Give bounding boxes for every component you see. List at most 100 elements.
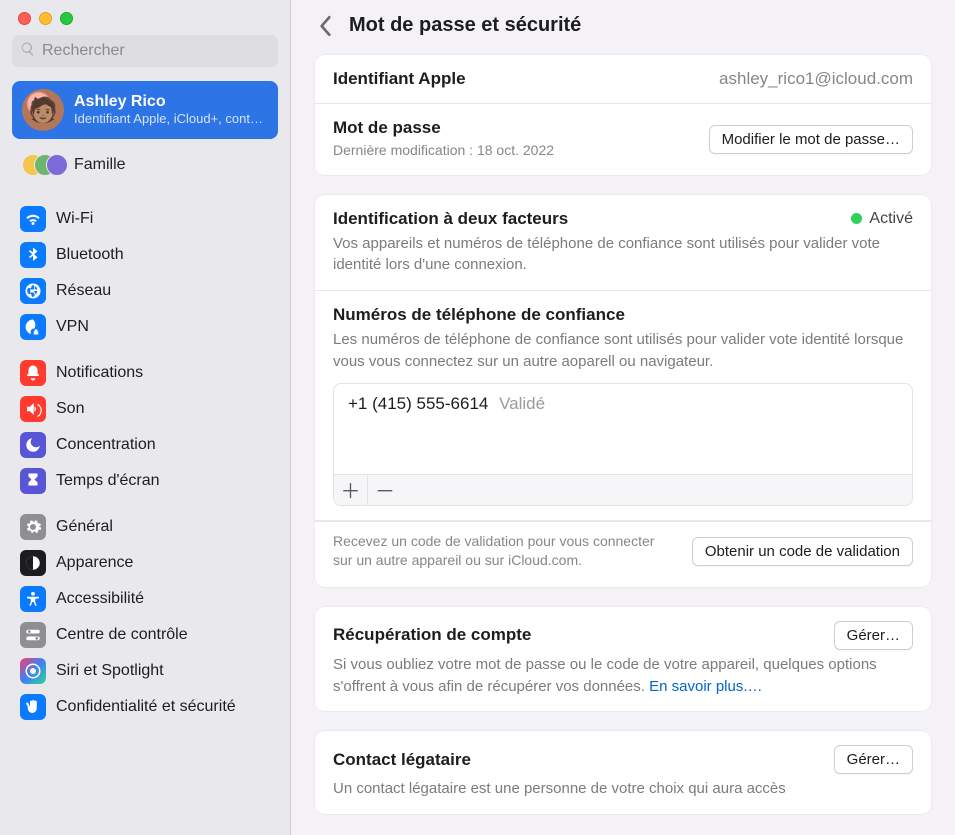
sidebar-item-label: Famille <box>74 156 126 174</box>
trusted-phones-title: Numéros de téléphone de confiance <box>333 305 913 325</box>
sidebar-item-focus[interactable]: Concentration <box>12 427 278 463</box>
password-label: Mot de passe <box>333 118 554 138</box>
account-recovery-description: Si vous oubliez votre mot de passe ou le… <box>333 654 913 698</box>
sidebar-item-label: Son <box>56 400 84 418</box>
wifi-icon <box>20 206 46 232</box>
sidebar-item-label: Siri et Spotlight <box>56 662 164 680</box>
two-factor-status-text: Activé <box>869 210 913 228</box>
bluetooth-icon <box>20 242 46 268</box>
sidebar-item-general[interactable]: Général <box>12 509 278 545</box>
search-input[interactable] <box>42 42 270 60</box>
phone-number-text: +1 (415) 555-6614 <box>348 394 488 413</box>
account-recovery-title: Récupération de compte <box>333 625 531 645</box>
apple-id-label: Identifiant Apple <box>333 69 466 89</box>
search-field[interactable] <box>12 35 278 67</box>
legacy-contact-title: Contact légataire <box>333 750 471 770</box>
add-phone-button[interactable]: ＋ <box>334 475 368 505</box>
sidebar-item-label: Bluetooth <box>56 246 124 264</box>
two-factor-status: Activé <box>851 210 913 228</box>
manage-account-recovery-button[interactable]: Gérer… <box>834 621 913 650</box>
row-get-verification-code: Recevez un code de validation pour vous … <box>315 521 931 587</box>
close-window-button[interactable] <box>18 12 31 25</box>
sidebar-item-label: Temps d'écran <box>56 472 160 490</box>
globe-icon <box>20 278 46 304</box>
sidebar-item-sound[interactable]: Son <box>12 391 278 427</box>
row-password: Mot de passe Dernière modification : 18 … <box>315 104 931 175</box>
two-factor-description: Vos appareils et numéros de téléphone de… <box>333 233 913 277</box>
manage-legacy-contact-button[interactable]: Gérer… <box>834 745 913 774</box>
sidebar-item-label: Wi-Fi <box>56 210 93 228</box>
globe-lock-icon <box>20 314 46 340</box>
minimize-window-button[interactable] <box>39 12 52 25</box>
sidebar-item-appearance[interactable]: Apparence <box>12 545 278 581</box>
avatar: 🧑🏽 <box>22 89 64 131</box>
learn-more-link[interactable]: En savoir plus.… <box>649 678 762 695</box>
content-pane: Mot de passe et sécurité Identifiant App… <box>291 0 955 835</box>
sidebar-item-label: Apparence <box>56 554 133 572</box>
sidebar-item-label: Réseau <box>56 282 111 300</box>
sidebar-item-label: Général <box>56 518 113 536</box>
change-password-button[interactable]: Modifier le mot de passe… <box>709 125 913 154</box>
switches-icon <box>20 622 46 648</box>
sidebar-item-label: Accessibilité <box>56 590 144 608</box>
sidebar-item-bluetooth[interactable]: Bluetooth <box>12 237 278 273</box>
apple-id-value: ashley_rico1@icloud.com <box>719 69 913 89</box>
hand-icon <box>20 694 46 720</box>
sidebar-item-screentime[interactable]: Temps d'écran <box>12 463 278 499</box>
apparence-icon <box>20 550 46 576</box>
page-title: Mot de passe et sécurité <box>349 14 581 37</box>
plus-icon: ＋ <box>341 475 361 504</box>
card-legacy-contact: Contact légataire Gérer… Un contact léga… <box>315 731 931 814</box>
sidebar-item-notifications[interactable]: Notifications <box>12 355 278 391</box>
trusted-phone-entry[interactable]: +1 (415) 555-6614 Validé <box>334 384 912 474</box>
search-icon <box>20 41 42 62</box>
sidebar-item-accessibility[interactable]: Accessibilité <box>12 581 278 617</box>
get-verification-code-button[interactable]: Obtenir un code de validation <box>692 537 913 566</box>
status-dot-icon <box>851 213 862 224</box>
sidebar-item-label: VPN <box>56 318 89 336</box>
siri-icon <box>20 658 46 684</box>
card-identity: Identifiant Apple ashley_rico1@icloud.co… <box>315 55 931 175</box>
sidebar-item-network[interactable]: Réseau <box>12 273 278 309</box>
minus-icon: － <box>375 475 395 504</box>
sidebar-item-label: Concentration <box>56 436 156 454</box>
sidebar-item-family[interactable]: Famille <box>12 145 278 185</box>
card-two-factor: Identification à deux facteurs Activé Vo… <box>315 195 931 587</box>
account-name: Ashley Rico <box>74 93 264 111</box>
two-factor-title: Identification à deux facteurs <box>333 209 568 229</box>
remove-phone-button[interactable]: － <box>368 475 402 505</box>
speaker-icon <box>20 396 46 422</box>
account-subtitle: Identifiant Apple, iCloud+, contenu mult… <box>74 111 264 127</box>
sidebar-item-wifi[interactable]: Wi-Fi <box>12 201 278 237</box>
password-last-modified: Dernière modification : 18 oct. 2022 <box>333 141 554 161</box>
trusted-phones-description: Les numéros de téléphone de confiance so… <box>333 329 913 373</box>
sidebar-item-vpn[interactable]: VPN <box>12 309 278 345</box>
row-trusted-phones: Numéros de téléphone de confiance Les nu… <box>315 291 931 521</box>
content-header: Mot de passe et sécurité <box>315 0 931 55</box>
sidebar-item-label: Centre de contrôle <box>56 626 188 644</box>
row-two-factor: Identification à deux facteurs Activé Vo… <box>315 195 931 292</box>
sidebar-item-privacy[interactable]: Confidentialité et sécurité <box>12 689 278 725</box>
access-icon <box>20 586 46 612</box>
trusted-phones-list: +1 (415) 555-6614 Validé ＋ － <box>333 383 913 506</box>
trusted-phone-controls: ＋ － <box>334 474 912 505</box>
row-apple-id: Identifiant Apple ashley_rico1@icloud.co… <box>315 55 931 104</box>
fullscreen-window-button[interactable] <box>60 12 73 25</box>
gear-icon <box>20 514 46 540</box>
sidebar-item-label: Confidentialité et sécurité <box>56 698 236 716</box>
sidebar-item-siri[interactable]: Siri et Spotlight <box>12 653 278 689</box>
verification-code-description: Recevez un code de validation pour vous … <box>333 532 674 571</box>
row-account-recovery: Récupération de compte Gérer… Si vous ou… <box>315 607 931 712</box>
phone-status-text: Validé <box>499 394 545 413</box>
sidebar-item-controlcenter[interactable]: Centre de contrôle <box>12 617 278 653</box>
sidebar-item-label: Notifications <box>56 364 143 382</box>
account-card[interactable]: 🧑🏽 Ashley Rico Identifiant Apple, iCloud… <box>12 81 278 139</box>
window-controls <box>12 10 278 35</box>
hourglass-icon <box>20 468 46 494</box>
row-legacy-contact: Contact légataire Gérer… Un contact léga… <box>315 731 931 814</box>
sidebar: 🧑🏽 Ashley Rico Identifiant Apple, iCloud… <box>0 0 291 835</box>
family-avatars-icon <box>22 151 64 179</box>
bell-icon <box>20 360 46 386</box>
back-button[interactable] <box>315 15 337 37</box>
card-account-recovery: Récupération de compte Gérer… Si vous ou… <box>315 607 931 712</box>
